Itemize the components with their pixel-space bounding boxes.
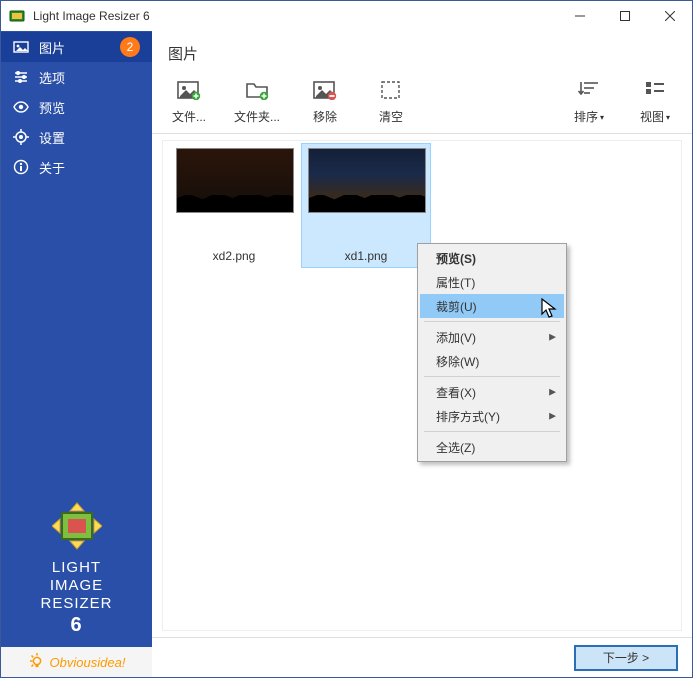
context-item-remove[interactable]: 移除(W): [420, 349, 564, 373]
remove-button[interactable]: 移除: [304, 78, 346, 125]
tool-label: 视图▾: [640, 108, 670, 125]
maximize-button[interactable]: [602, 1, 647, 31]
add-file-button[interactable]: 文件...: [168, 78, 210, 125]
images-icon: [13, 39, 29, 55]
app-icon: [9, 8, 25, 24]
logo-text: LIGHT IMAGE RESIZER 6: [1, 559, 152, 637]
next-button[interactable]: 下一步 >: [574, 645, 678, 671]
sort-button[interactable]: 排序▾: [568, 78, 610, 125]
sidebar-item-label: 选项: [39, 68, 65, 87]
brand-label: Obviousidea!: [50, 655, 126, 670]
thumbnail-label: xd2.png: [176, 249, 292, 263]
image-count-badge: 2: [120, 37, 140, 57]
thumbnail-item[interactable]: xd1.png: [301, 143, 431, 268]
tool-label: 清空: [379, 108, 403, 125]
toolbar: 文件... 文件夹... 移除 清空 排序▾: [152, 64, 692, 134]
lightbulb-icon: [28, 652, 46, 673]
context-separator: [424, 376, 560, 377]
context-menu: 预览(S) 属性(T) 裁剪(U) 添加(V)▶ 移除(W) 查看(X)▶ 排序…: [417, 243, 567, 462]
thumbnail-item[interactable]: xd2.png: [169, 143, 299, 268]
sidebar-item-about[interactable]: 关于: [1, 152, 152, 182]
view-icon: [643, 78, 667, 102]
thumbnail-image: [176, 148, 294, 213]
chevron-right-icon: ▶: [549, 332, 556, 343]
close-button[interactable]: [647, 1, 692, 31]
context-item-sortby[interactable]: 排序方式(Y)▶: [420, 404, 564, 428]
thumbnail-label: xd1.png: [308, 249, 424, 263]
body-area: 图片 2 选项 预览 设置 关于: [1, 31, 692, 677]
context-separator: [424, 321, 560, 322]
clear-icon: [379, 78, 403, 102]
sidebar-item-settings[interactable]: 设置: [1, 122, 152, 152]
add-folder-button[interactable]: 文件夹...: [234, 78, 280, 125]
clear-button[interactable]: 清空: [370, 78, 412, 125]
sidebar-item-label: 预览: [39, 98, 65, 117]
sidebar-item-images[interactable]: 图片 2: [1, 32, 152, 62]
eye-icon: [13, 99, 29, 115]
logo-icon: [52, 501, 102, 551]
sidebar-item-preview[interactable]: 预览: [1, 92, 152, 122]
sidebar-item-label: 关于: [39, 158, 65, 177]
tool-label: 文件夹...: [234, 108, 280, 125]
footer: 下一步 >: [152, 637, 692, 677]
context-item-preview[interactable]: 预览(S): [420, 246, 564, 270]
sidebar-item-label: 设置: [39, 128, 65, 147]
app-window: Light Image Resizer 6 图片 2 选项 预览: [0, 0, 693, 678]
next-button-label: 下一步 >: [603, 649, 649, 666]
context-item-crop[interactable]: 裁剪(U): [420, 294, 564, 318]
titlebar: Light Image Resizer 6: [1, 1, 692, 31]
brand-link[interactable]: Obviousidea!: [1, 647, 152, 677]
context-item-selectall[interactable]: 全选(Z): [420, 435, 564, 459]
window-controls: [557, 1, 692, 31]
info-icon: [13, 159, 29, 175]
minimize-button[interactable]: [557, 1, 602, 31]
chevron-right-icon: ▶: [549, 411, 556, 422]
context-item-properties[interactable]: 属性(T): [420, 270, 564, 294]
sidebar-item-options[interactable]: 选项: [1, 62, 152, 92]
folder-add-icon: [245, 78, 269, 102]
remove-icon: [313, 78, 337, 102]
sidebar: 图片 2 选项 预览 设置 关于: [1, 31, 152, 677]
gear-icon: [13, 129, 29, 145]
tool-label: 文件...: [172, 108, 206, 125]
context-item-view[interactable]: 查看(X)▶: [420, 380, 564, 404]
thumbnail-image: [308, 148, 426, 213]
file-add-icon: [177, 78, 201, 102]
sort-icon: [577, 78, 601, 102]
window-title: Light Image Resizer 6: [33, 9, 557, 23]
page-title: 图片: [152, 31, 692, 64]
tool-label: 移除: [313, 108, 337, 125]
context-item-add[interactable]: 添加(V)▶: [420, 325, 564, 349]
view-button[interactable]: 视图▾: [634, 78, 676, 125]
logo-area: LIGHT IMAGE RESIZER 6: [1, 485, 152, 647]
chevron-right-icon: ▶: [549, 387, 556, 398]
context-separator: [424, 431, 560, 432]
sidebar-item-label: 图片: [39, 38, 65, 57]
sliders-icon: [13, 69, 29, 85]
tool-label: 排序▾: [574, 108, 604, 125]
